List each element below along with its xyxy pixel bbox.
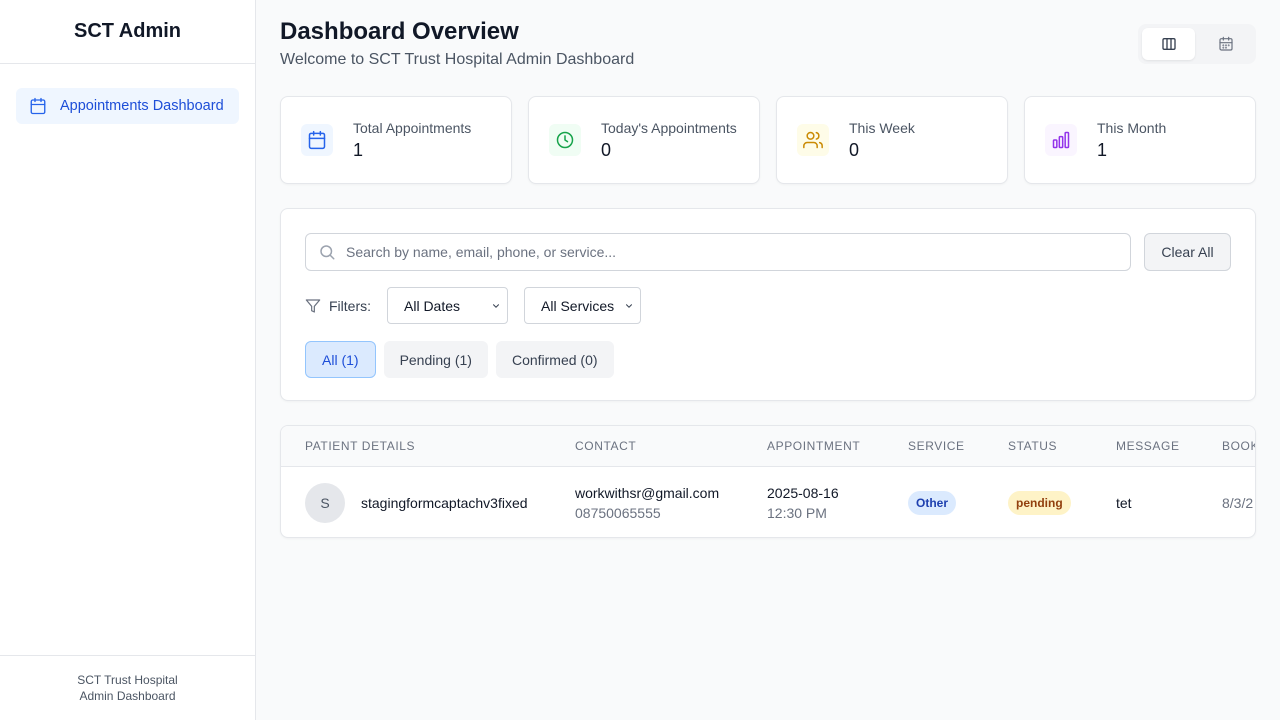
avatar: S <box>305 483 345 523</box>
stat-card-today: Today's Appointments 0 <box>528 96 760 184</box>
sidebar-footer: SCT Trust Hospital Admin Dashboard <box>0 655 255 720</box>
stat-label: Today's Appointments <box>601 119 737 136</box>
date-filter-select[interactable]: All Dates <box>387 287 508 324</box>
columns-view-button[interactable] <box>1142 28 1195 60</box>
stat-value: 0 <box>849 139 860 160</box>
calendar-view-button[interactable] <box>1199 28 1252 60</box>
column-header-patient: PATIENT DETAILS <box>305 439 416 453</box>
column-header-service: SERVICE <box>908 439 965 453</box>
column-header-booked: BOOK <box>1222 439 1256 453</box>
sidebar-item-appointments-dashboard[interactable]: Appointments Dashboard <box>16 88 239 124</box>
search-input[interactable] <box>346 244 1106 260</box>
contact-cell: workwithsr@gmail.com 08750065555 <box>575 485 719 521</box>
date-filter-value: All Dates <box>404 297 461 314</box>
contact-phone: 08750065555 <box>575 505 661 521</box>
service-filter-select[interactable]: All Services <box>524 287 641 324</box>
stat-card-week: This Week 0 <box>776 96 1008 184</box>
filter-icon <box>305 298 321 314</box>
stat-label: This Week <box>849 119 915 136</box>
stat-value: 1 <box>353 139 364 160</box>
service-filter-value: All Services <box>541 297 615 314</box>
column-header-message: MESSAGE <box>1116 439 1180 453</box>
appointment-cell: 2025-08-16 12:30 PM <box>767 485 839 521</box>
columns-view-icon <box>1161 36 1177 52</box>
sidebar-item-label: Appointments Dashboard <box>60 98 224 114</box>
appointments-table: PATIENT DETAILS CONTACT APPOINTMENT SERV… <box>280 425 1256 538</box>
brand-title: SCT Admin <box>0 0 255 64</box>
column-header-appointment: APPOINTMENT <box>767 439 861 453</box>
stat-label: This Month <box>1097 119 1167 136</box>
appointment-date: 2025-08-16 <box>767 485 839 501</box>
calendar-icon <box>301 124 333 156</box>
status-badge: pending <box>1008 491 1071 515</box>
view-toggle <box>1138 24 1256 64</box>
users-icon <box>797 124 829 156</box>
status-tabs: All (1) Pending (1) Confirmed (0) <box>305 341 614 378</box>
filters-label: Filters: <box>305 298 371 314</box>
patient-name: stagingformcaptachv3fixed <box>361 495 528 511</box>
footer-line-2: Admin Dashboard <box>79 689 176 703</box>
page-subtitle: Welcome to SCT Trust Hospital Admin Dash… <box>280 51 635 68</box>
tab-all[interactable]: All (1) <box>305 341 376 378</box>
message-cell: tet <box>1116 495 1132 511</box>
stat-label: Total Appointments <box>353 119 472 136</box>
search-box <box>305 233 1131 271</box>
search-icon <box>318 243 336 261</box>
clear-all-button[interactable]: Clear All <box>1144 233 1231 271</box>
sidebar: SCT Admin Appointments Dashboard SCT Tru… <box>0 0 256 720</box>
clock-icon <box>549 124 581 156</box>
calendar-icon <box>28 96 48 116</box>
footer-line-1: SCT Trust Hospital <box>77 673 178 687</box>
booked-cell: 8/3/2 <box>1222 495 1254 511</box>
service-badge: Other <box>908 491 957 515</box>
filters-label-text: Filters: <box>329 297 371 314</box>
page-title: Dashboard Overview <box>280 18 519 45</box>
table-header: PATIENT DETAILS CONTACT APPOINTMENT SERV… <box>281 426 1255 467</box>
tab-confirmed[interactable]: Confirmed (0) <box>495 341 614 378</box>
filters-row: Filters: All Dates All Services <box>305 287 657 324</box>
filter-panel: Clear All Filters: All Dates All Service… <box>280 208 1256 401</box>
stat-card-total: Total Appointments 1 <box>280 96 512 184</box>
bar-chart-icon <box>1045 124 1077 156</box>
stat-value: 1 <box>1097 139 1108 160</box>
sidebar-nav: Appointments Dashboard <box>0 64 255 148</box>
tab-pending[interactable]: Pending (1) <box>383 341 488 378</box>
contact-email: workwithsr@gmail.com <box>575 485 720 501</box>
stat-value: 0 <box>601 139 612 160</box>
stat-card-month: This Month 1 <box>1024 96 1256 184</box>
stats-row: Total Appointments 1 Today's Appointment… <box>280 96 1256 184</box>
column-header-status: STATUS <box>1008 439 1058 453</box>
chevron-down-icon <box>624 301 634 311</box>
chevron-down-icon <box>491 301 501 311</box>
appointment-time: 12:30 PM <box>767 505 827 521</box>
column-header-contact: CONTACT <box>575 439 637 453</box>
calendar-view-icon <box>1218 36 1234 52</box>
